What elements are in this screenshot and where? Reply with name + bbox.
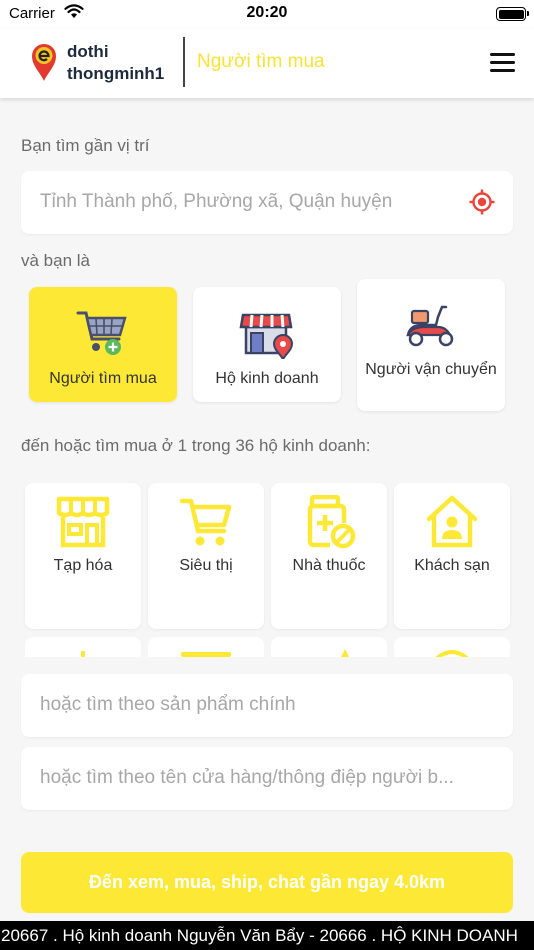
current-role-label: Người tìm mua [197,51,325,72]
location-label: Bạn tìm gần vị trí [21,136,150,155]
category-icon-partial [435,650,469,657]
medicine-jar-icon [307,495,356,549]
grocery-store-icon [56,496,110,548]
nearby-cta-button[interactable]: Đến xem, mua, ship, chat gần ngay 4.0km [21,852,513,913]
shopping-cart-icon [76,311,127,355]
scooter-icon [406,305,454,347]
category-icon-partial [341,649,349,657]
clock: 20:20 [246,4,288,21]
role-buyer-card[interactable]: Người tìm mua [29,287,177,402]
store-search-input[interactable]: hoặc tìm theo tên cửa hàng/thông điệp ng… [21,747,513,810]
role-business-card[interactable]: Hộ kinh doanh [193,287,341,402]
hotel-house-icon [426,495,478,548]
role-label: và bạn là [21,251,90,270]
category-grocery[interactable]: Tạp hóa [25,483,141,629]
brand-line-2: thongminh1 [67,64,165,83]
battery-icon [496,7,529,21]
header-divider [183,37,185,87]
category-icon-partial [181,652,231,657]
brand-line-1: dothi [67,42,109,61]
role-buyer-label: Người tìm mua [49,370,157,387]
crosshair-icon[interactable] [469,189,495,215]
category-supermarket[interactable]: Siêu thị [148,483,264,629]
location-input[interactable]: Tỉnh Thành phố, Phường xã, Quận huyện [21,171,513,234]
category-supermarket-label: Siêu thị [179,557,233,574]
product-search-input[interactable]: hoặc tìm theo sản phẩm chính [21,674,513,737]
store-search-placeholder: hoặc tìm theo tên cửa hàng/thông điệp ng… [40,767,454,788]
status-bar: Carrier 20:20 [0,0,534,28]
category-card-partial[interactable] [394,637,510,657]
category-hotel[interactable]: Khách sạn [394,483,510,629]
category-card-partial[interactable] [148,637,264,657]
location-placeholder: Tỉnh Thành phố, Phường xã, Quận huyện [40,191,393,212]
cart-icon [179,498,232,546]
category-card-partial[interactable] [25,637,141,657]
category-hotel-label: Khách sạn [414,557,490,574]
news-ticker[interactable]: 20667 . Hộ kinh doanh Nguyễn Văn Bẩy - 2… [0,921,534,950]
logo-pin-icon [32,44,56,81]
category-pharmacy[interactable]: Nhà thuốc [271,483,387,629]
category-icon-partial [81,651,85,657]
brand-name[interactable]: dothi thongminh1 [67,41,164,85]
hamburger-menu-icon[interactable] [490,53,515,73]
category-card-partial[interactable] [271,637,387,657]
category-pharmacy-label: Nhà thuốc [292,557,366,574]
storefront-icon [239,313,294,359]
categories-label: đến hoặc tìm mua ở 1 trong 36 hộ kinh do… [21,436,371,455]
product-search-placeholder: hoặc tìm theo sản phẩm chính [40,694,296,715]
category-grocery-label: Tạp hóa [53,557,113,574]
app-header: dothi thongminh1 Người tìm mua [0,28,534,98]
role-business-label: Hộ kinh doanh [215,370,319,387]
role-shipper-label: Người vận chuyển [365,361,497,378]
role-shipper-card[interactable]: Người vận chuyển [357,279,505,411]
